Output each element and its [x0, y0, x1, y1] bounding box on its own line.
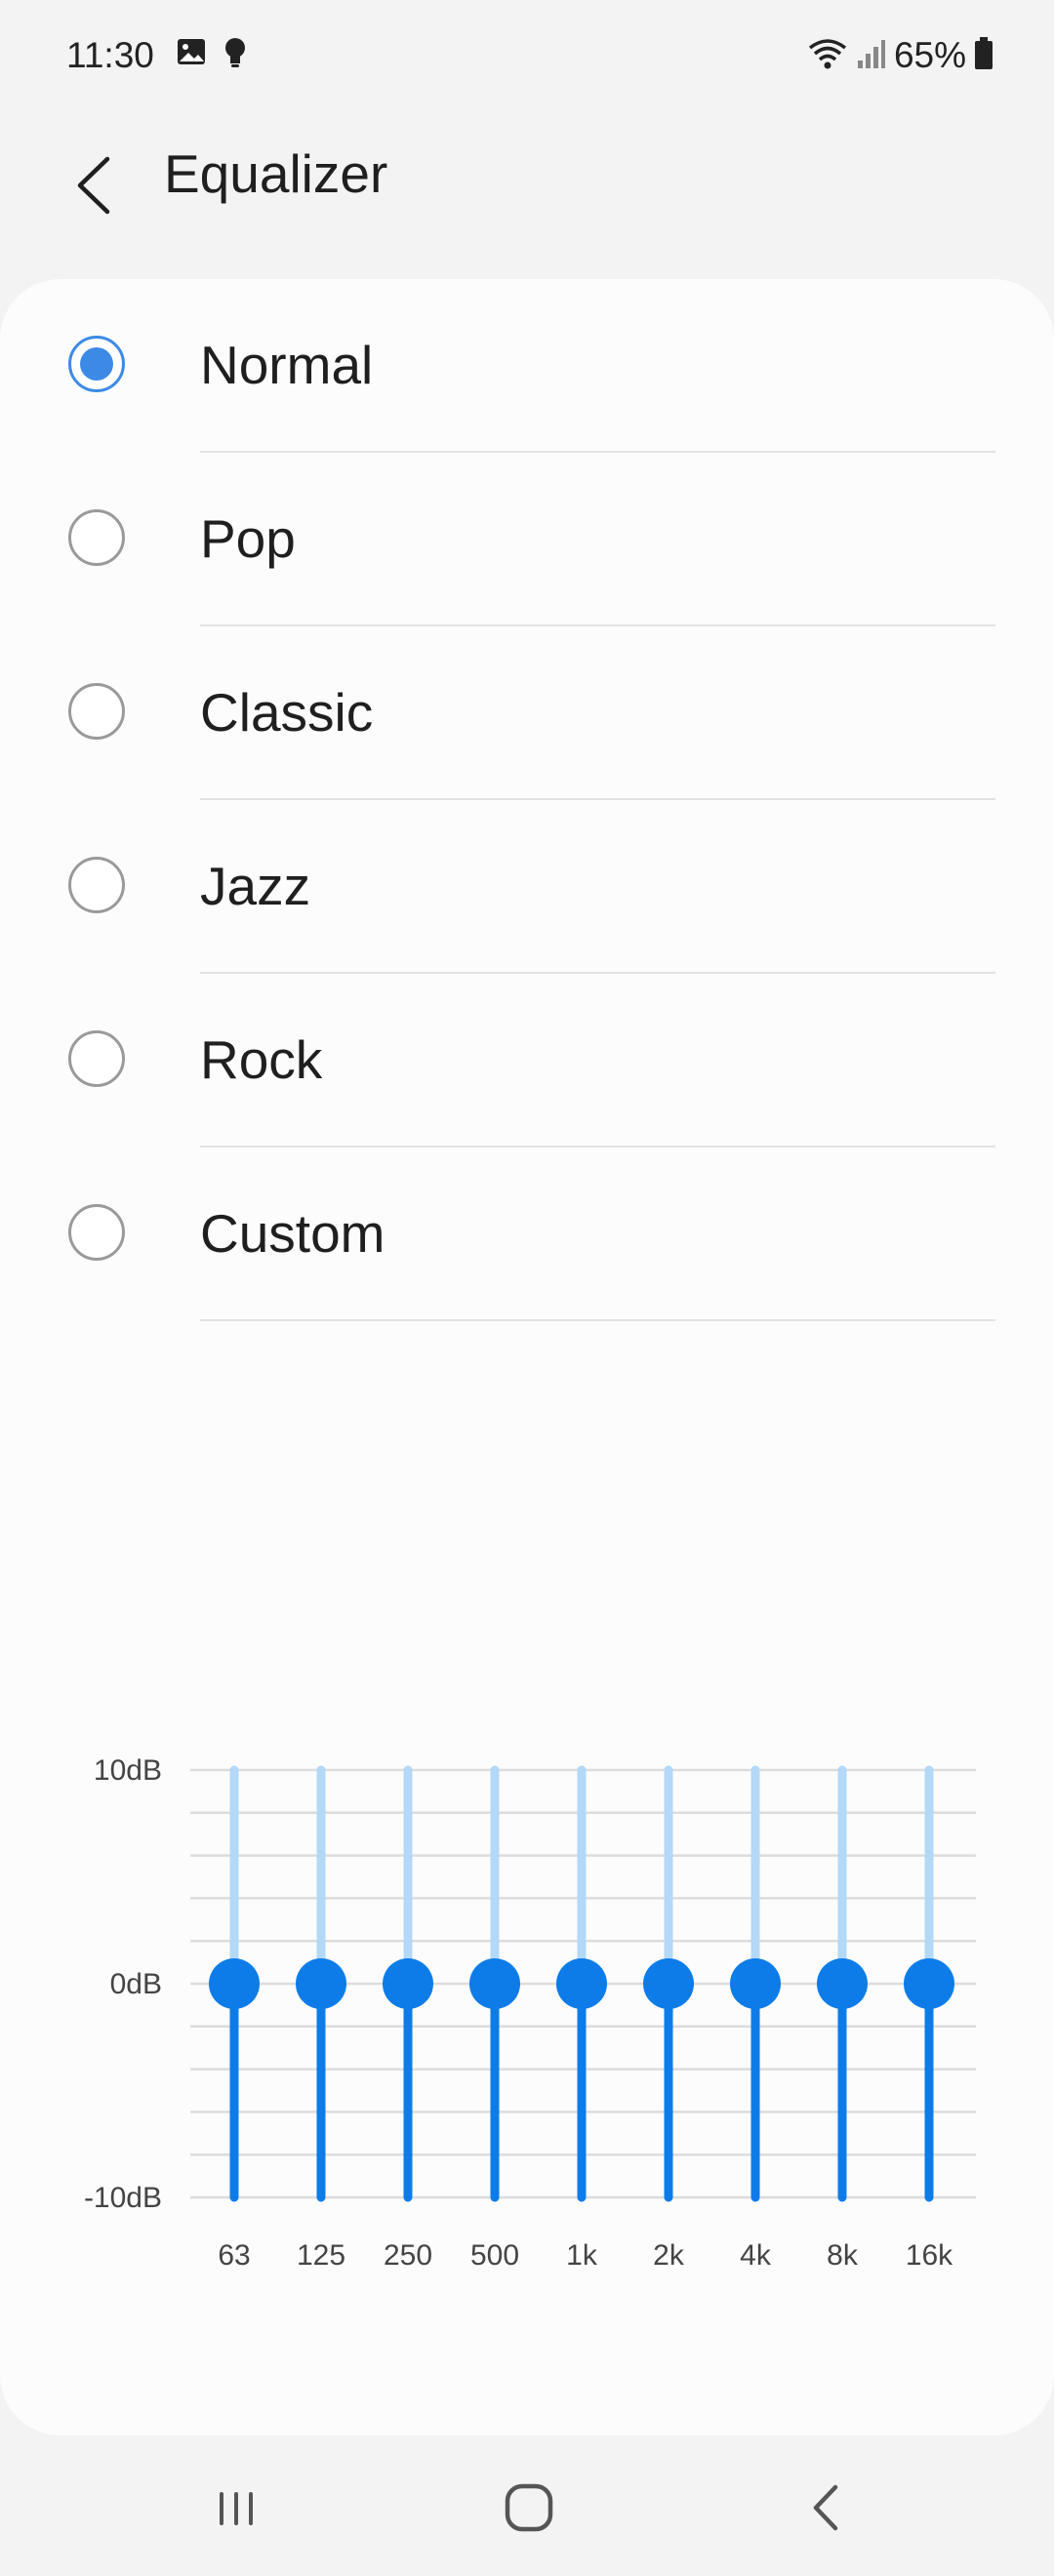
- lightbulb-icon: [223, 35, 248, 75]
- band-frequency-label: 8k: [827, 2239, 859, 2272]
- chevron-left-icon: [74, 155, 113, 221]
- preset-option-normal[interactable]: Normal: [0, 279, 1054, 453]
- band-frequency-label: 250: [384, 2239, 432, 2272]
- band-slider-thumb-2k[interactable]: [643, 1958, 694, 2009]
- status-time: 11:30: [66, 35, 154, 75]
- radio-button[interactable]: [68, 683, 125, 740]
- band-slider-thumb-8k[interactable]: [817, 1958, 868, 2009]
- status-bar: 11:30 65%: [0, 0, 1054, 113]
- radio-button[interactable]: [68, 1204, 125, 1261]
- back-button[interactable]: [55, 137, 133, 238]
- band-frequency-label: 1k: [566, 2239, 598, 2272]
- band-slider-thumb-16k[interactable]: [904, 1958, 954, 2009]
- battery-percent: 65%: [893, 35, 966, 75]
- radio-button[interactable]: [68, 857, 125, 913]
- preset-label: Custom: [200, 1203, 385, 1264]
- wifi-icon: [806, 36, 849, 76]
- nav-back-button[interactable]: [787, 2471, 865, 2549]
- band-frequency-label: 500: [470, 2239, 519, 2272]
- preset-option-jazz[interactable]: Jazz: [0, 800, 1054, 974]
- y-axis-label: 10dB: [94, 1754, 162, 1787]
- preset-option-pop[interactable]: Pop: [0, 453, 1054, 626]
- preset-label: Normal: [200, 335, 374, 395]
- band-slider-thumb-4k[interactable]: [730, 1958, 781, 2009]
- recent-apps-icon: [212, 2483, 261, 2537]
- page-title: Equalizer: [164, 143, 388, 204]
- battery-icon: [974, 36, 993, 76]
- band-frequency-label: 16k: [906, 2239, 953, 2272]
- band-slider-thumb-1k[interactable]: [556, 1958, 607, 2009]
- preset-label: Classic: [200, 682, 374, 743]
- navigation-bar: [0, 2435, 1054, 2576]
- band-slider-thumb-250[interactable]: [383, 1958, 433, 2009]
- band-frequency-label: 125: [297, 2239, 345, 2272]
- home-button[interactable]: [490, 2471, 568, 2549]
- radio-button[interactable]: [68, 509, 125, 566]
- equalizer-svg: 10dB 0dB -10dB 63 125 250 500 1k 2k 4k 8k 16k: [84, 1754, 976, 2272]
- divider: [200, 1319, 995, 1321]
- band-frequency-label: 4k: [740, 2239, 772, 2272]
- signal-icon: [857, 37, 886, 75]
- band-slider-thumb-500[interactable]: [469, 1958, 520, 2009]
- app-header: Equalizer: [0, 113, 1054, 279]
- recent-apps-button[interactable]: [197, 2471, 275, 2549]
- y-axis-label: -10dB: [84, 2182, 162, 2214]
- band-frequency-label: 2k: [653, 2239, 685, 2272]
- home-icon: [503, 2481, 555, 2539]
- preset-label: Jazz: [200, 856, 311, 916]
- image-icon: [176, 35, 209, 75]
- radio-button[interactable]: [68, 1030, 125, 1087]
- equalizer-graph: 10dB 0dB -10dB 63 125 250 500 1k 2k 4k 8k 16k: [0, 1723, 1054, 2289]
- preset-label: Pop: [200, 508, 296, 569]
- preset-label: Rock: [200, 1029, 323, 1090]
- band-slider-thumb-125[interactable]: [296, 1958, 346, 2009]
- y-axis-label: 0dB: [110, 1968, 162, 2000]
- preset-option-rock[interactable]: Rock: [0, 974, 1054, 1147]
- preset-option-classic[interactable]: Classic: [0, 626, 1054, 800]
- radio-button[interactable]: [68, 336, 125, 392]
- band-frequency-label: 63: [218, 2239, 250, 2272]
- back-icon: [806, 2481, 845, 2539]
- preset-option-custom[interactable]: Custom: [0, 1147, 1054, 1321]
- band-slider-thumb-63[interactable]: [209, 1958, 260, 2009]
- equalizer-card: Normal Pop Classic Jazz Rock Custom 10dB 0dB -1…: [0, 279, 1054, 2435]
